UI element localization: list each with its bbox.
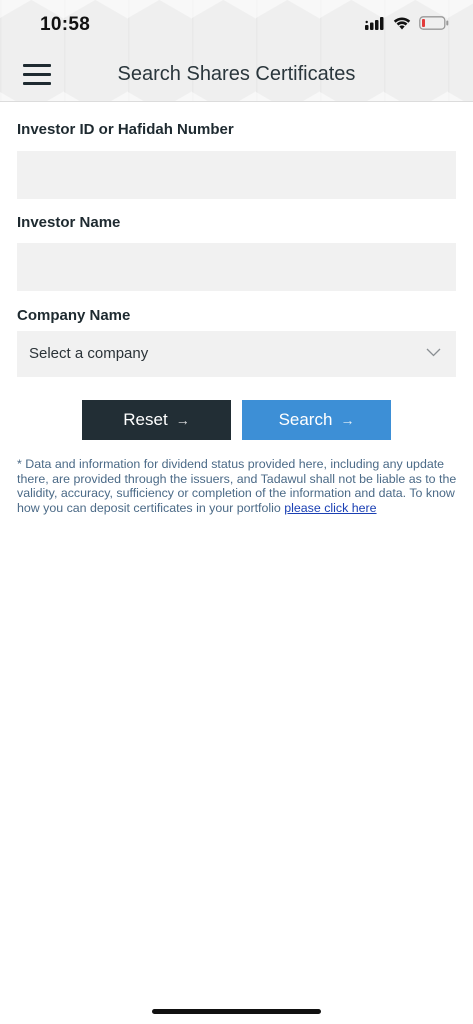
arrow-right-icon: → bbox=[175, 412, 190, 428]
search-button-label: Search bbox=[278, 410, 333, 429]
status-time: 10:58 bbox=[40, 14, 91, 35]
investor-id-input[interactable] bbox=[17, 151, 456, 199]
home-indicator bbox=[152, 1009, 321, 1014]
wifi-icon bbox=[393, 16, 411, 29]
company-select[interactable]: Select a company bbox=[17, 331, 456, 377]
status-icons bbox=[365, 16, 449, 30]
disclaimer-body: * Data and information for dividend stat… bbox=[17, 457, 457, 515]
chevron-down-icon bbox=[426, 348, 441, 357]
signal-icon bbox=[365, 16, 384, 30]
reset-button-label: Reset bbox=[123, 410, 168, 429]
investor-id-label: Investor ID or Hafidah Number bbox=[17, 121, 234, 138]
search-button[interactable]: Search → bbox=[242, 400, 391, 440]
investor-name-input[interactable] bbox=[17, 243, 456, 291]
page: 10:58 Search Shares Certificates Investo… bbox=[0, 0, 473, 1024]
header: 10:58 Search Shares Certificates bbox=[0, 0, 473, 102]
investor-name-label: Investor Name bbox=[17, 214, 121, 231]
disclaimer-text: * Data and information for dividend stat… bbox=[17, 457, 457, 515]
company-select-value: Select a company bbox=[29, 345, 149, 362]
company-name-label: Company Name bbox=[17, 307, 131, 324]
arrow-right-icon: → bbox=[340, 412, 355, 428]
page-title: Search Shares Certificates bbox=[117, 63, 356, 85]
deposit-info-link[interactable]: please click here bbox=[284, 501, 376, 515]
reset-button[interactable]: Reset → bbox=[82, 400, 231, 440]
battery-icon bbox=[419, 16, 449, 30]
